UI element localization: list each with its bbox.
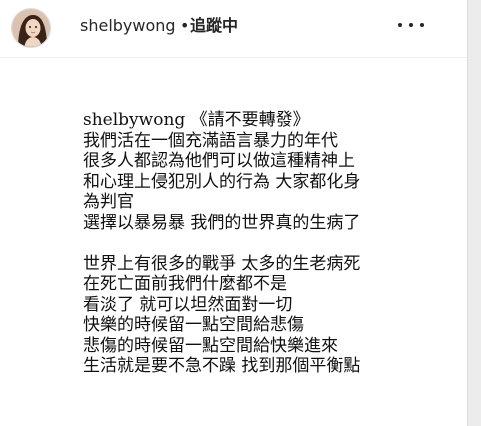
caption-line: 悲傷的時候留一點空間給快樂進來 [83,335,338,356]
avatar[interactable] [11,8,51,48]
caption-line: 生活就是要不急不躁 找到那個平衡點 [83,356,361,376]
more-options-icon[interactable] [398,19,424,31]
caption-line: 和心理上侵犯別人的行為 大家都化身 [83,171,361,192]
following-button[interactable]: 追蹤中 [190,15,238,37]
caption-line: 世界上有很多的戰爭 太多的生老病死 [83,253,361,274]
post-header: shelbywong • 追蹤中 [0,0,467,58]
caption-line: 為判官 [83,192,134,212]
caption-line: 很多人都認為他們可以做這種精神上 [83,151,355,171]
caption-line: 在死亡面前我們什麼都不是 [83,274,287,294]
instagram-post-card: shelbywong • 追蹤中 shelbywong 《請不要轉發》 我們活在… [0,0,468,426]
caption-line: 選擇以暴易暴 我們的世界真的生病了 [83,212,361,233]
more-dot [398,23,402,27]
caption-line: 快樂的時候留一點空間給悲傷 [83,315,304,335]
caption-line: 我們活在一個充滿語言暴力的年代 [83,130,338,151]
post-caption: shelbywong 《請不要轉發》 我們活在一個充滿語言暴力的年代 很多人都認… [83,110,463,377]
username-link[interactable]: shelbywong [80,15,176,37]
more-dot [420,23,424,27]
avatar-photo-icon [12,9,50,47]
caption-line: shelbywong 《請不要轉發》 [83,110,310,130]
separator-dot: • [180,16,190,35]
more-dot [409,23,413,27]
caption-line: 看淡了 就可以坦然面對一切 [83,294,293,315]
